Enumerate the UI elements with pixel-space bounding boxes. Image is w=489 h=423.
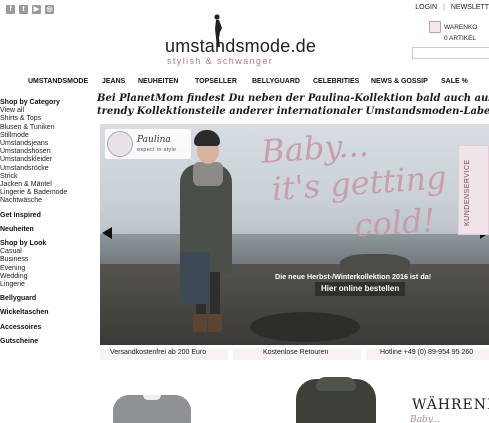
twitter-icon[interactable]: t	[19, 5, 28, 14]
sidebar-item[interactable]: Stillmode	[0, 132, 95, 140]
sidebar-item[interactable]: Umstandsjeans	[0, 140, 95, 148]
kundenservice-label: KUNDENSERVICE	[464, 159, 471, 226]
paulina-subline: expect in style	[137, 147, 177, 153]
nav-item-umstandsmode[interactable]: UMSTANDSMODE	[28, 78, 88, 85]
paulina-brand: Paulina	[137, 135, 171, 145]
sidebar-wickeltaschen[interactable]: Wickeltaschen	[0, 309, 95, 317]
nav-item-sale[interactable]: SALE %	[441, 78, 468, 85]
sidebar-look-item[interactable]: Lingerie	[0, 281, 95, 289]
sidebar-look-item[interactable]: Business	[0, 256, 95, 264]
category-heading: Shop by Category	[0, 99, 60, 106]
page: f t ▶ ◎ LOGIN | NEWSLETT umstandsmode.de…	[0, 0, 489, 423]
info-bar: Versandkostenfrei ab 200 Euro Kostenlose…	[100, 348, 489, 360]
product-image-shirt[interactable]	[113, 395, 191, 423]
main-nav: UMSTANDSMODE JEANS NEUHEITEN TOPSELLER B…	[0, 75, 489, 89]
newsletter-link[interactable]: NEWSLETT	[451, 4, 489, 11]
sidebar: Shop by Category View all Shirts & Tops …	[0, 99, 95, 346]
nav-item-jeans[interactable]: JEANS	[102, 78, 125, 85]
logo-slogan: stylish & schwanger	[167, 56, 274, 66]
hero-headline-3: cold!	[353, 201, 437, 245]
sidebar-look-item[interactable]: Casual	[0, 248, 95, 256]
nav-item-neuheiten[interactable]: NEUHEITEN	[138, 78, 178, 85]
sidebar-neuheiten[interactable]: Neuheiten	[0, 226, 95, 234]
site-logo[interactable]: umstandsmode.de stylish & schwanger	[165, 14, 345, 72]
sidebar-accessoires[interactable]: Accessoires	[0, 324, 95, 332]
nav-item-celebrities[interactable]: CELEBRITIES	[313, 78, 359, 85]
hero-headline-1: Baby...	[259, 125, 370, 171]
youtube-icon[interactable]: ▶	[32, 5, 41, 14]
sidebar-item[interactable]: Strick	[0, 173, 95, 181]
sidebar-item[interactable]: Umstandsröcke	[0, 165, 95, 173]
product-image-jacket[interactable]	[296, 377, 376, 423]
logo-name: umstandsmode.de	[165, 36, 317, 56]
separator: |	[443, 4, 445, 11]
facebook-icon[interactable]: f	[6, 5, 15, 14]
look-heading: Shop by Look	[0, 240, 47, 248]
shopping-bag-icon	[429, 21, 441, 33]
nav-item-topseller[interactable]: TOPSELLER	[195, 78, 237, 85]
sidebar-item[interactable]: View all	[0, 107, 95, 115]
social-links: f t ▶ ◎	[6, 5, 54, 14]
sidebar-bellyguard[interactable]: Bellyguard	[0, 295, 95, 303]
tagline-line-1: Bei PlanetMom findest Du neben der Pauli…	[97, 93, 489, 104]
hero-cta-button[interactable]: Hier online bestellen	[315, 282, 406, 296]
info-shipping: Versandkostenfrei ab 200 Euro	[100, 349, 228, 360]
paulina-logo: Paulina expect in style	[105, 129, 191, 159]
section-heading: WÄHREND DE	[412, 397, 489, 413]
nav-item-bellyguard[interactable]: BELLYGUARD	[252, 78, 300, 85]
hero-promo: Die neue Herbst-/Winterkollektion 2016 i…	[275, 272, 432, 281]
carousel-prev-icon[interactable]	[102, 227, 112, 239]
kundenservice-tab[interactable]: KUNDENSERVICE	[458, 145, 489, 235]
paulina-emblem-icon	[107, 131, 133, 157]
hero-banner[interactable]: Paulina expect in style Baby... it's get…	[100, 124, 489, 345]
sidebar-item[interactable]: Blusen & Tuniken	[0, 124, 95, 132]
sidebar-item[interactable]: Nachtwäsche	[0, 197, 95, 205]
section-subheading: Baby...	[410, 415, 441, 423]
sidebar-item[interactable]: Jacken & Mäntel	[0, 181, 95, 189]
sidebar-look-item[interactable]: Evening	[0, 265, 95, 273]
sidebar-item[interactable]: Umstandskleider	[0, 156, 95, 164]
sidebar-get-inspired[interactable]: Get Inspired	[0, 212, 95, 220]
cart-count: 0 ARTIKEL	[444, 35, 477, 42]
nav-item-news[interactable]: NEWS & GOSSIP	[371, 78, 428, 85]
sidebar-gutscheine[interactable]: Gutscheine	[0, 338, 95, 346]
top-links: LOGIN | NEWSLETT	[415, 4, 489, 11]
sidebar-look-item[interactable]: Wedding	[0, 273, 95, 281]
login-link[interactable]: LOGIN	[415, 4, 437, 11]
sidebar-item[interactable]: Shirts & Tops	[0, 115, 95, 123]
sidebar-item[interactable]: Lingerie & Bademode	[0, 189, 95, 197]
cart-label: WARENKO	[444, 24, 478, 31]
tagline-line-2: trendy Kollektionsteile anderer internat…	[97, 105, 489, 117]
info-hotline[interactable]: Hotline +49 (0) 89-954 95 260	[366, 349, 489, 360]
sidebar-item[interactable]: Umstandshosen	[0, 148, 95, 156]
info-returns: Kostenlose Retouren	[233, 349, 361, 360]
search-input[interactable]	[412, 47, 489, 59]
intro-tagline: Bei PlanetMom findest Du neben der Pauli…	[97, 93, 489, 118]
instagram-icon[interactable]: ◎	[45, 5, 54, 14]
